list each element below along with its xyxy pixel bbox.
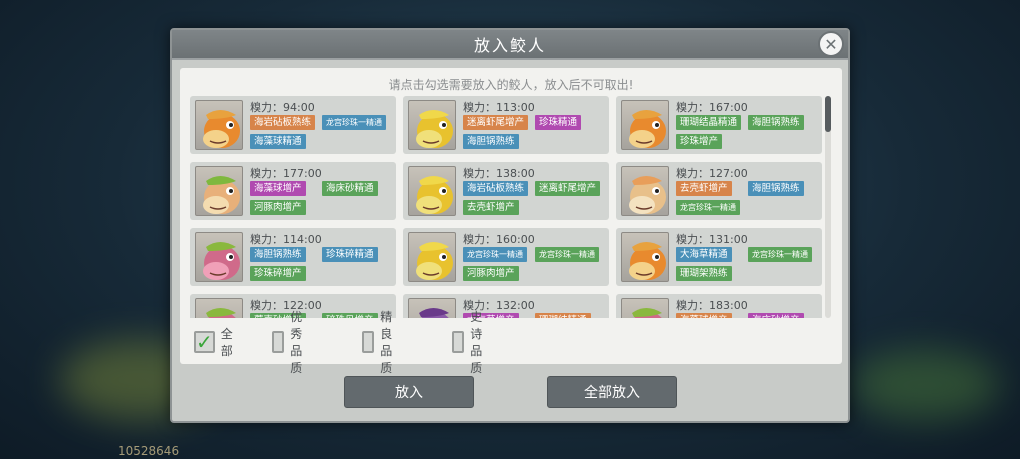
- mermaid-portrait: [621, 100, 669, 150]
- skill-tag: 珊瑚结晶精通: [676, 115, 742, 130]
- put-in-mermaid-dialog: 放入鲛人 ✕ 请点击勾选需要放入的鲛人，放入后不可取出! 糗力：94:00 海岩砧…: [170, 28, 850, 423]
- skill-tag: 龙宫珍珠一精通: [322, 115, 386, 130]
- mermaid-card[interactable]: 糗力：131:00 大海草精通 龙宫珍珠一精通珊瑚架熟练: [616, 228, 822, 286]
- put-all-button[interactable]: 全部放入: [547, 376, 677, 408]
- dialog-content: 请点击勾选需要放入的鲛人，放入后不可取出! 糗力：94:00 海岩砧板熟练 龙宫珍珠…: [180, 68, 842, 375]
- checkbox-icon[interactable]: [362, 331, 375, 353]
- skill-tag: 海胆锅熟练: [250, 247, 306, 262]
- skill-tag: 海岩砧板熟练: [250, 115, 316, 130]
- skill-tag: 海胆锅熟练: [748, 115, 804, 130]
- mermaid-portrait: [195, 100, 243, 150]
- mermaid-card[interactable]: 糗力：160:00 龙宫珍珠一精通 龙宫珍珠一精通 河豚肉增产: [403, 228, 609, 286]
- skill-tag: 大海草精通: [676, 247, 732, 262]
- mermaid-card[interactable]: 糗力：177:00 海藻球增产 海床砂精通河豚肉增产: [190, 162, 396, 220]
- mermaid-power: 糗力：160:00: [463, 233, 535, 246]
- skill-tag: 海床砂增产: [748, 313, 804, 318]
- mermaid-card[interactable]: 糗力：167:00 珊瑚结晶精通 海胆锅熟练珍珠增产: [616, 96, 822, 154]
- quality-filter[interactable]: 优秀品质: [272, 310, 312, 375]
- skill-tag: 珍珠碎精通: [322, 247, 378, 262]
- put-in-button[interactable]: 放入: [344, 376, 474, 408]
- skill-tag: 海床砂精通: [322, 181, 378, 196]
- quality-filter[interactable]: ✓ 全部: [194, 327, 234, 358]
- mermaid-portrait: [621, 166, 669, 216]
- dialog-title-bar: 放入鲛人 ✕: [172, 30, 848, 60]
- mermaid-card[interactable]: 糗力：113:00 迷离虾尾增产 珍珠精通海胆锅熟练: [403, 96, 609, 154]
- mermaid-power: 糗力：113:00: [463, 101, 535, 114]
- skill-tag: 河豚肉增产: [250, 200, 306, 215]
- mermaid-power: 糗力：131:00: [676, 233, 748, 246]
- mermaid-portrait: [621, 232, 669, 282]
- quality-filter[interactable]: 精良品质: [362, 310, 402, 375]
- scrollbar-thumb[interactable]: [825, 96, 831, 132]
- dialog-title: 放入鲛人: [473, 36, 546, 55]
- mermaid-portrait: [195, 166, 243, 216]
- mermaid-card[interactable]: 糗力：138:00 海岩砧板熟练 迷离虾尾增产去壳虾增产: [403, 162, 609, 220]
- skill-tag: 去壳虾增产: [676, 181, 732, 196]
- checkbox-icon[interactable]: [452, 331, 465, 353]
- skill-tag: 海胆锅熟练: [748, 181, 804, 196]
- mermaid-portrait: [195, 298, 243, 318]
- mermaid-portrait: [195, 232, 243, 282]
- skill-tag: 龙宫珍珠一精通: [748, 247, 812, 262]
- skill-tag: 河豚肉增产: [463, 266, 519, 281]
- scrollbar[interactable]: [825, 96, 831, 318]
- mermaid-card[interactable]: 糗力：127:00 去壳虾增产 海胆锅熟练 龙宫珍珠一精通: [616, 162, 822, 220]
- bg-glow-right: [850, 350, 1000, 420]
- mermaid-portrait: [408, 232, 456, 282]
- quality-filter[interactable]: 史诗品质: [452, 310, 492, 375]
- mermaid-card[interactable]: 糗力：94:00 海岩砧板熟练 龙宫珍珠一精通海藻球精通: [190, 96, 396, 154]
- skill-tag: 海岩砧板熟练: [463, 181, 529, 196]
- close-icon[interactable]: ✕: [818, 31, 844, 57]
- background-score: 10528646: [118, 444, 180, 458]
- mermaid-grid: 糗力：94:00 海岩砧板熟练 龙宫珍珠一精通 海藻球精通 糗力：113:00 迷离虾尾增…: [190, 96, 822, 318]
- skill-tag: 珊瑚架熟练: [676, 266, 732, 281]
- mermaid-power: 糗力：127:00: [676, 167, 748, 180]
- mermaid-card[interactable]: 糗力：114:00 海胆锅熟练 珍珠碎精通珍珠碎增产: [190, 228, 396, 286]
- skill-tag: 龙宫珍珠一精通: [463, 247, 527, 262]
- skill-tag: 海藻球增产: [676, 313, 732, 318]
- mermaid-card[interactable]: 糗力：183:00海藻球增产 海床砂增产: [616, 294, 822, 318]
- mermaid-power: 糗力：167:00: [676, 101, 748, 114]
- mermaid-card[interactable]: 糗力：132:00大海草增产珊瑚结精通: [403, 294, 609, 318]
- mermaid-portrait: [408, 166, 456, 216]
- skill-tag: 迷离虾尾增产: [535, 181, 601, 196]
- skill-tag: 珊瑚结精通: [535, 313, 591, 318]
- filter-label: 精良品质: [380, 310, 393, 375]
- skill-tag: 海胆锅熟练: [463, 134, 519, 149]
- mermaid-portrait: [408, 298, 456, 318]
- skill-tag: 珍珠增产: [676, 134, 723, 149]
- skill-tag: 龙宫珍珠一精通: [535, 247, 599, 262]
- mermaid-power: 糗力：177:00: [250, 167, 322, 180]
- skill-tag: 碎珠贝增产: [322, 313, 378, 318]
- mermaid-portrait: [621, 298, 669, 318]
- filter-label: 史诗品质: [470, 310, 483, 375]
- mermaid-portrait: [408, 100, 456, 150]
- skill-tag: 海藻球增产: [250, 181, 306, 196]
- filter-label: 全部: [220, 327, 233, 358]
- mermaid-power: 糗力：183:00: [676, 299, 748, 312]
- skill-tag: 龙宫珍珠一精通: [676, 200, 740, 215]
- skill-tag: 迷离虾尾增产: [463, 115, 529, 130]
- instruction-hint: 请点击勾选需要放入的鲛人，放入后不可取出!: [388, 78, 634, 92]
- filter-label: 优秀品质: [290, 310, 303, 375]
- checkbox-checked-icon[interactable]: ✓: [194, 330, 215, 354]
- mermaid-power: 糗力：94:00: [250, 101, 315, 114]
- skill-tag: 珍珠碎增产: [250, 266, 306, 281]
- skill-tag: 珍珠精通: [535, 115, 582, 130]
- skill-tag: 去壳虾增产: [463, 200, 519, 215]
- mermaid-power: 糗力：114:00: [250, 233, 322, 246]
- mermaid-power: 糗力：138:00: [463, 167, 535, 180]
- checkbox-icon[interactable]: [272, 331, 285, 353]
- skill-tag: 海藻球精通: [250, 134, 306, 149]
